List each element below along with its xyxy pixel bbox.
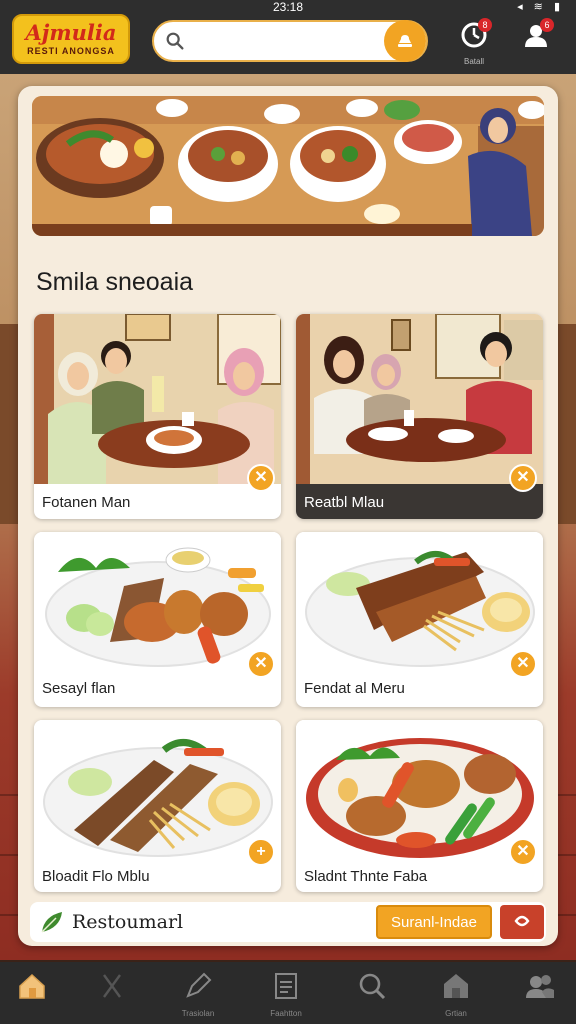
search-action-button[interactable] [384,20,426,62]
card-image-fried-fish [296,532,543,672]
close-icon[interactable]: ✕ [509,650,537,678]
bottom-nav: Trasiolan Faahtton Grtian [0,962,576,1024]
nav-search[interactable] [340,970,404,1022]
nav-users[interactable] [508,970,572,1022]
status-time: 23:18 [272,0,304,14]
card-caption: Reatbl Mlau [304,494,385,511]
order-button[interactable]: Suranl-Indae [376,905,492,939]
card-image-couple-dining [296,314,543,484]
logo-subtitle: RESTI ANONGSA [27,46,115,56]
nav-home[interactable] [0,970,64,1022]
hero-banner[interactable] [32,96,544,236]
search-input[interactable] [192,28,382,54]
nav-label: Trasiolan [181,1009,215,1018]
users-icon [526,975,554,998]
nav-shop[interactable]: Grtian [424,970,488,1022]
leaf-icon [41,912,62,933]
share-icon [514,915,530,926]
close-icon[interactable]: ✕ [509,464,537,492]
card-caption: Sesayl flan [42,680,116,697]
hero-dining-illustration [32,96,544,236]
search-bar[interactable] [152,20,428,62]
notification-badge: 8 [478,18,492,32]
restaurant-strip: Restoumarl Suranl-Indae [30,902,546,942]
app-bar: Ajmulia RESTI ANONGSA 8 Batall 6 [0,14,576,74]
menu-card[interactable]: Fendat al Meru ✕ [296,532,543,707]
main-panel: Smila sneoaia Fotanen Man ✕ Reatbl Mlau … [18,86,558,946]
utensils-icon [103,974,121,998]
card-image-chicken-bowl [296,720,543,860]
nav-list[interactable]: Faahtton [254,970,318,1022]
card-caption: Bloadit Flo Mblu [42,868,150,885]
card-image-family-dining [34,314,281,484]
close-icon[interactable]: ✕ [247,650,275,678]
search-icon [359,973,386,1000]
section-title: Smila sneoaia [36,268,194,296]
home-icon [19,973,45,999]
close-icon[interactable]: ✕ [247,464,275,492]
card-caption: Sladnt Thnte Faba [304,868,428,885]
restaurant-label: Restoumarl [72,911,184,933]
share-button[interactable] [500,905,544,939]
nav-label: Faahtton [270,1009,302,1018]
nav-label: Grtian [445,1009,467,1018]
menu-card[interactable]: Fotanen Man ✕ [34,314,281,519]
notification-badge: 6 [540,18,554,32]
close-icon[interactable]: ✕ [509,838,537,866]
timer-button[interactable]: 8 Batall [456,18,492,66]
logo-title: Ajmulia [25,20,117,45]
shop-icon [444,974,468,998]
card-image-grilled-meat [34,720,281,860]
menu-card[interactable]: Sladnt Thnte Faba ✕ [296,720,543,892]
nav-menu[interactable] [80,970,144,1022]
menu-card[interactable]: Sesayl flan ✕ [34,532,281,707]
profile-button[interactable]: 6 [518,18,554,66]
card-image-grilled-skewers [34,532,281,672]
status-bar: 23:18 ◂ ≋ ▮ [0,0,576,14]
card-caption: Fendat al Meru [304,680,405,697]
nav-reviews[interactable]: Trasiolan [166,970,230,1022]
search-icon [166,32,184,50]
card-caption: Fotanen Man [42,494,131,511]
list-icon [275,973,297,999]
menu-card[interactable]: Bloadit Flo Mblu + [34,720,281,892]
timer-label: Batall [463,57,484,66]
bell-icon [398,35,412,47]
pen-icon [186,972,212,998]
status-icons: ◂ ≋ ▮ [517,1,564,13]
add-icon[interactable]: + [247,838,275,866]
menu-card[interactable]: Reatbl Mlau ✕ [296,314,543,519]
app-logo[interactable]: Ajmulia RESTI ANONGSA [12,14,130,64]
